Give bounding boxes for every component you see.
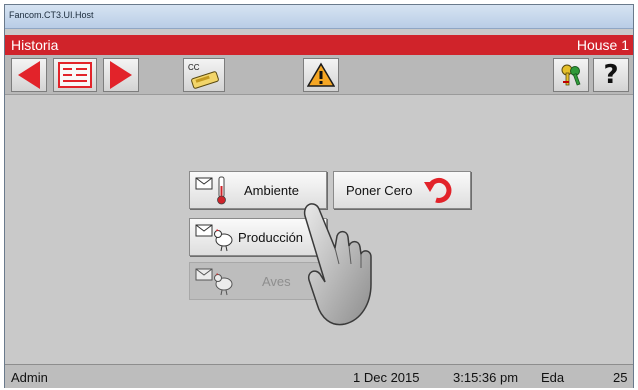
bird-icon <box>195 268 233 296</box>
app-window: Fancom.CT3.UI.Host Historia House 1 CC ?… <box>4 4 634 388</box>
back-button[interactable] <box>11 58 47 92</box>
location-label: House 1 <box>576 37 629 53</box>
alarm-button[interactable] <box>303 58 339 92</box>
cc-button[interactable]: CC <box>183 58 225 92</box>
toolbar: CC ? <box>5 55 633 95</box>
page-title: Historia <box>11 37 59 53</box>
time-label: 3:15:36 pm <box>453 370 519 385</box>
keys-icon <box>561 64 581 86</box>
status-bar: Admin 1 Dec 2015 3:15:36 pm Eda 25 <box>5 364 633 388</box>
poner-cero-label: Poner Cero <box>346 182 413 198</box>
access-button[interactable] <box>553 58 589 92</box>
produccion-label: Producción <box>238 229 304 245</box>
ambiente-label: Ambiente <box>244 182 299 198</box>
main-content: Ambiente Poner Cero Producción Aves <box>5 96 633 364</box>
header-bar: Historia House 1 <box>5 35 633 55</box>
arrow-left-icon <box>18 61 40 89</box>
cc-icon-label: CC <box>188 63 200 72</box>
list-button[interactable] <box>53 58 97 92</box>
window-titlebar: Fancom.CT3.UI.Host <box>5 5 633 29</box>
cc-card-icon: CC <box>188 63 219 89</box>
thermometer-icon <box>195 176 226 205</box>
age-label: Eda <box>541 370 565 385</box>
aves-label: Aves <box>262 273 291 289</box>
pointing-hand-icon <box>303 203 372 326</box>
arrow-right-icon <box>110 61 132 89</box>
forward-button[interactable] <box>103 58 139 92</box>
help-button[interactable]: ? <box>593 58 629 92</box>
age-value: 25 <box>613 370 628 385</box>
chicken-icon <box>195 224 233 252</box>
help-icon: ? <box>603 60 619 90</box>
date-label: 1 Dec 2015 <box>353 370 420 385</box>
reset-icon <box>424 177 452 203</box>
user-label: Admin <box>11 370 48 385</box>
list-icon <box>58 62 92 88</box>
window-title: Fancom.CT3.UI.Host <box>9 10 94 20</box>
warning-icon <box>307 62 335 87</box>
